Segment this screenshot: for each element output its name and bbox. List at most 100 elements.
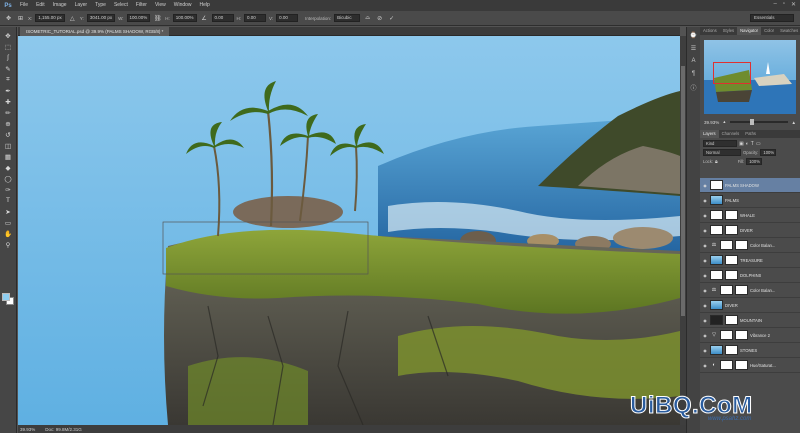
tab-channels[interactable]: Channels [719, 130, 743, 138]
layer-mask-thumbnail[interactable] [735, 240, 748, 250]
layer-name[interactable]: PALMS [725, 198, 739, 203]
history-brush-icon[interactable]: ↺ [2, 129, 15, 140]
brush-icon[interactable]: ✏ [2, 107, 15, 118]
commit-transform-icon[interactable]: ✓ [387, 14, 396, 23]
tab-actions[interactable]: Actions [700, 27, 720, 35]
scrollbar-thumb[interactable] [681, 66, 685, 316]
visibility-eye-icon[interactable]: ◉ [702, 287, 708, 293]
layer-row[interactable]: ◉ ◐ Hue/Saturat... [700, 358, 800, 373]
reference-point-icon[interactable]: ⊞ [16, 14, 25, 23]
lock-icon[interactable]: 🔒︎ [715, 159, 718, 165]
navigator-preview[interactable] [704, 40, 796, 114]
layer-name[interactable]: DOLPHINS [740, 273, 761, 278]
shape-icon[interactable]: ▭ [2, 217, 15, 228]
angle-input[interactable]: 0.00 [211, 14, 234, 22]
menu-filter[interactable]: Filter [132, 0, 151, 11]
layer-name[interactable]: PALMS SHADOW [725, 183, 759, 188]
layer-row[interactable]: ◉ MOUNTAIN [700, 313, 800, 328]
history-icon[interactable]: ⌚ [689, 30, 699, 40]
character-icon[interactable]: A [689, 56, 699, 66]
crop-icon[interactable]: ⌗ [2, 74, 15, 85]
visibility-eye-icon[interactable]: ◉ [702, 347, 708, 353]
cancel-transform-icon[interactable]: ⊘ [375, 14, 384, 23]
layer-row[interactable]: ◉ ⚖ Color Balan... [700, 283, 800, 298]
properties-icon[interactable]: ☰ [689, 43, 699, 53]
eyedropper-icon[interactable]: ✒ [2, 85, 15, 96]
tab-color[interactable]: Color [761, 27, 777, 35]
layer-name[interactable]: Hue/Saturat... [750, 363, 776, 368]
navigator-zoom-value[interactable]: 39.93% [704, 120, 719, 125]
visibility-eye-icon[interactable]: ◉ [702, 182, 708, 188]
dodge-icon[interactable]: ◯ [2, 173, 15, 184]
visibility-eye-icon[interactable]: ◉ [702, 362, 708, 368]
width-input[interactable]: 100.00% [126, 14, 151, 22]
layer-name[interactable]: Color Balan... [750, 288, 775, 293]
foreground-color-swatch[interactable] [2, 293, 10, 301]
y-input[interactable]: 3041.00 px [86, 14, 116, 22]
v-skew-input[interactable]: 0.00 [276, 14, 299, 22]
layer-mask-thumbnail[interactable] [735, 285, 748, 295]
menu-view[interactable]: View [151, 0, 170, 11]
close-button[interactable]: ✕ [791, 1, 796, 8]
visibility-eye-icon[interactable]: ◉ [702, 197, 708, 203]
layer-filter-select[interactable]: Kind [703, 140, 737, 147]
x-input[interactable]: 1,155.00 px [35, 14, 65, 22]
layer-row[interactable]: ◉ DOLPHINS [700, 268, 800, 283]
layer-mask-thumbnail[interactable] [725, 315, 738, 325]
layer-name[interactable]: MOUNTAIN [740, 318, 762, 323]
minimize-button[interactable]: – [773, 1, 776, 8]
visibility-eye-icon[interactable]: ◉ [702, 242, 708, 248]
lasso-icon[interactable]: ʃ [2, 52, 15, 63]
relative-position-icon[interactable]: △ [68, 14, 77, 23]
clone-stamp-icon[interactable]: ⊕ [2, 118, 15, 129]
quick-select-icon[interactable]: ✎ [2, 63, 15, 74]
info-icon[interactable]: ⓘ [689, 82, 699, 92]
menu-help[interactable]: Help [196, 0, 214, 11]
filter-pixel-icon[interactable]: ▣ [739, 141, 744, 147]
maximize-button[interactable]: ▫ [783, 1, 785, 8]
opacity-input[interactable]: 100% [760, 149, 777, 156]
canvas[interactable] [18, 36, 680, 425]
gradient-icon[interactable]: ▦ [2, 151, 15, 162]
layer-row[interactable]: ◉ WHALE [700, 208, 800, 223]
move-icon[interactable]: ✥ [2, 30, 15, 41]
layer-name[interactable]: TREASURE [740, 258, 763, 263]
type-icon[interactable]: T [2, 195, 15, 206]
layer-mask-thumbnail[interactable] [725, 345, 738, 355]
menu-file[interactable]: File [16, 0, 32, 11]
layer-name[interactable]: DIVER [725, 303, 738, 308]
tab-navigator[interactable]: Navigator [737, 27, 762, 35]
layer-row[interactable]: ◉ PALMS SHADOW [700, 178, 800, 193]
zoom-in-icon[interactable]: ▲ [792, 120, 796, 125]
navigator-view-box[interactable] [713, 62, 751, 84]
layer-name[interactable]: Vibrance 2 [750, 333, 770, 338]
layer-mask-thumbnail[interactable] [725, 225, 738, 235]
marquee-icon[interactable]: ⬚ [2, 41, 15, 52]
layer-row[interactable]: ◉ TREASURE [700, 253, 800, 268]
filter-type-icon[interactable]: T [751, 141, 754, 147]
layer-name[interactable]: WHALE [740, 213, 755, 218]
layer-row[interactable]: ◉ DIVER [700, 298, 800, 313]
layer-mask-thumbnail[interactable] [735, 330, 748, 340]
layer-row[interactable]: ◉ ▽ Vibrance 2 [700, 328, 800, 343]
healing-icon[interactable]: ✚ [2, 96, 15, 107]
layer-mask-thumbnail[interactable] [735, 360, 748, 370]
visibility-eye-icon[interactable]: ◉ [702, 317, 708, 323]
eraser-icon[interactable]: ◫ [2, 140, 15, 151]
warp-icon[interactable]: ⌓ [363, 14, 372, 23]
zoom-out-icon[interactable]: ▴ [723, 119, 725, 125]
visibility-eye-icon[interactable]: ◉ [702, 257, 708, 263]
tab-styles[interactable]: Styles [720, 27, 737, 35]
blur-icon[interactable]: ◆ [2, 162, 15, 173]
layer-mask-thumbnail[interactable] [725, 255, 738, 265]
visibility-eye-icon[interactable]: ◉ [702, 227, 708, 233]
menu-window[interactable]: Window [170, 0, 196, 11]
layer-row[interactable]: ◉ ⚖ Color Balan... [700, 238, 800, 253]
zoom-readout[interactable]: 39.93% [20, 427, 35, 432]
visibility-eye-icon[interactable]: ◉ [702, 212, 708, 218]
menu-layer[interactable]: Layer [71, 0, 92, 11]
tab-swatches[interactable]: Swatches [777, 27, 800, 35]
menu-type[interactable]: Type [91, 0, 110, 11]
blend-mode-select[interactable]: Normal [703, 149, 741, 156]
h-skew-input[interactable]: 0.00 [244, 14, 267, 22]
